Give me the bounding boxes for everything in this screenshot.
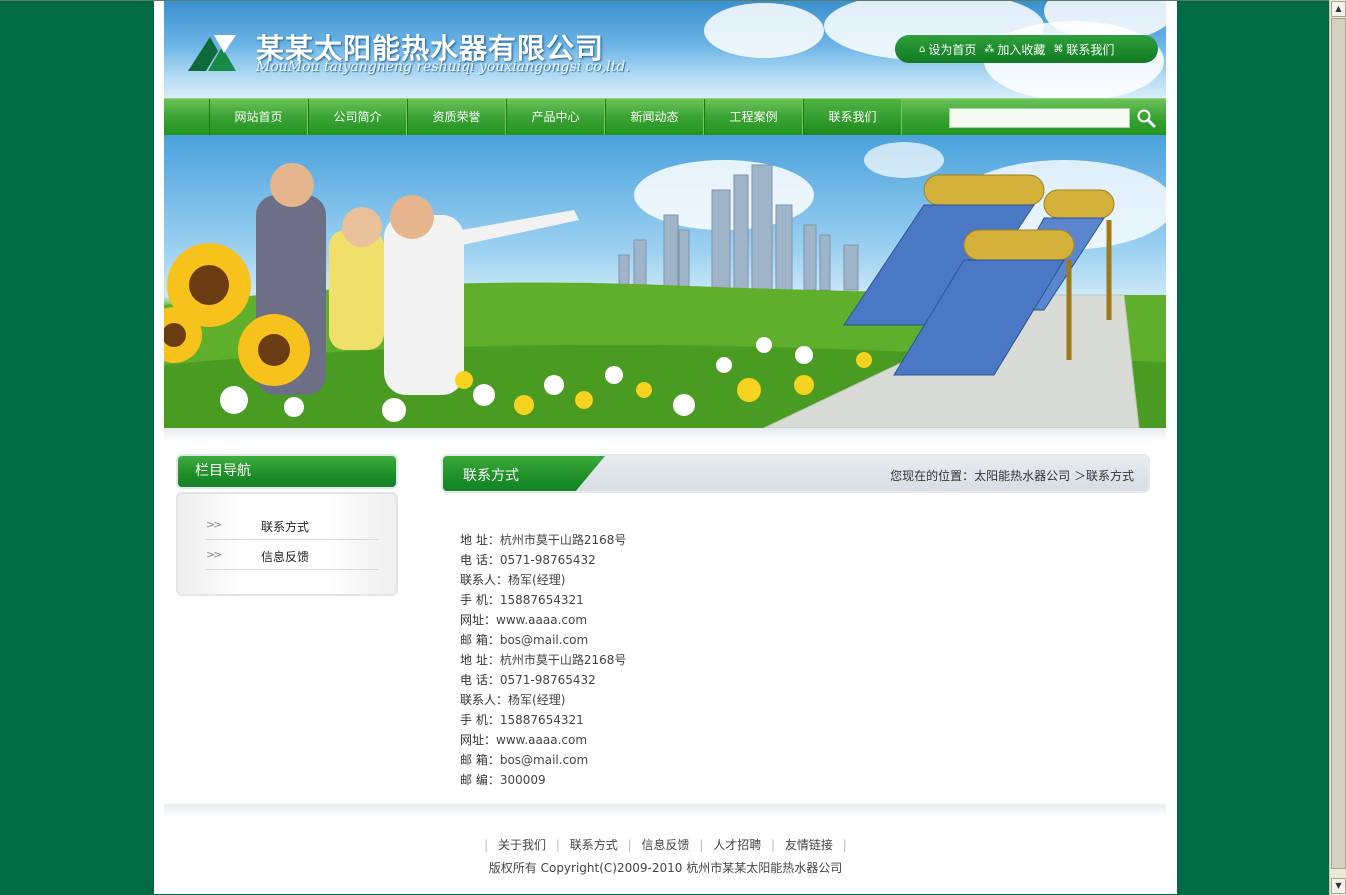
footer-shadow — [164, 804, 1166, 818]
contact-value: bos@mail.com — [499, 633, 589, 647]
nav-item-contact[interactable]: 联系我们 — [803, 99, 902, 135]
scroll-down-icon[interactable]: ▼ — [1331, 878, 1346, 894]
nav-items: 网站首页 公司简介 资质荣誉 产品中心 新闻动态 工程案例 联系我们 — [209, 99, 902, 135]
contact-line: 邮 箱：bos@mail.com — [460, 750, 626, 770]
vertical-scrollbar[interactable]: ▲ ▼ — [1329, 0, 1346, 895]
scrollbar-thumb[interactable] — [1331, 18, 1346, 869]
contact-line: 电 话：0571-98765432 — [460, 670, 626, 690]
contact-value: 15887654321 — [499, 593, 584, 607]
contact-value: 0571-98765432 — [499, 553, 596, 567]
contact-key: 电 话： — [460, 553, 500, 567]
logo-mark-icon — [188, 35, 236, 71]
footer-link-jobs[interactable]: 人才招聘 — [713, 838, 761, 852]
contact-key: 邮 箱： — [460, 633, 500, 647]
nav-item-cases[interactable]: 工程案例 — [704, 99, 803, 135]
sidebar-menu: >> 联系方式 >> 信息反馈 — [176, 492, 398, 596]
footer-separator: | — [771, 838, 776, 852]
contact-icon: ⌘ — [1053, 43, 1064, 55]
nav-item-home[interactable]: 网站首页 — [209, 99, 308, 135]
sidebar-item-contact[interactable]: >> 联系方式 — [206, 510, 378, 540]
contact-line: 网址：www.aaaa.com — [460, 730, 626, 750]
contact-value: 杨军(经理) — [508, 693, 566, 707]
contact-line: 地 址：杭州市莫干山路2168号 — [460, 650, 626, 670]
contact-line: 联系人：杨军(经理) — [460, 690, 626, 710]
contact-line: 手 机：15887654321 — [460, 590, 626, 610]
header-cloud — [704, 3, 824, 58]
banner-illustration — [164, 142, 1166, 428]
contact-value: www.aaaa.com — [496, 613, 588, 627]
sidebar-item-label: 联系方式 — [261, 520, 310, 534]
sidebar-item-label: 信息反馈 — [261, 550, 310, 564]
contact-key: 地 址： — [460, 533, 500, 547]
top-links-bar: ⌂ 设为首页 ⁂ 加入收藏 ⌘ 联系我们 — [895, 35, 1158, 63]
contact-value: 杨军(经理) — [508, 573, 566, 587]
contact-us-link[interactable]: ⌘ 联系我们 — [1053, 41, 1114, 58]
footer-link-about[interactable]: 关于我们 — [498, 838, 546, 852]
footer-link-feedback[interactable]: 信息反馈 — [641, 838, 689, 852]
nav-item-news[interactable]: 新闻动态 — [605, 99, 704, 135]
contact-value: 杭州市莫干山路2168号 — [499, 533, 627, 547]
set-homepage-link[interactable]: ⌂ 设为首页 — [919, 41, 976, 58]
contact-value: bos@mail.com — [499, 753, 589, 767]
contact-info: 地 址：杭州市莫干山路2168号电 话：0571-98765432 联系人：杨军(… — [460, 530, 626, 790]
search-input[interactable] — [949, 108, 1130, 128]
double-chevron-right-icon: >> — [206, 518, 223, 531]
contact-value: 杭州市莫干山路2168号 — [499, 653, 627, 667]
contact-line: 联系人：杨军(经理) — [460, 570, 626, 590]
contact-key: 邮 编： — [460, 773, 500, 787]
contact-us-label: 联系我们 — [1066, 42, 1115, 57]
contact-key: 电 话： — [460, 673, 500, 687]
contact-value: www.aaaa.com — [496, 733, 588, 747]
contact-key: 网址： — [460, 613, 497, 627]
contact-key: 手 机： — [460, 713, 500, 727]
set-homepage-label: 设为首页 — [928, 42, 977, 57]
footer-separator: | — [484, 838, 489, 852]
add-favorite-label: 加入收藏 — [997, 42, 1046, 57]
contact-key: 联系人： — [460, 693, 509, 707]
footer-separator: | — [699, 838, 704, 852]
contact-line: 手 机：15887654321 — [460, 710, 626, 730]
footer-link-contact[interactable]: 联系方式 — [570, 838, 618, 852]
contact-line: 邮 编：300009 — [460, 770, 626, 790]
contact-key: 网址： — [460, 733, 497, 747]
double-chevron-right-icon: >> — [206, 548, 223, 561]
main-nav: 网站首页 公司简介 资质荣誉 产品中心 新闻动态 工程案例 联系我们 — [164, 98, 1166, 135]
sidebar-title: 栏目导航 — [176, 454, 398, 489]
site-header: 某某太阳能热水器有限公司 MouMou taiyangneng reshuiqi… — [164, 1, 1166, 98]
content-title: 联系方式 — [463, 468, 519, 484]
breadcrumb: 您现在的位置：太阳能热水器公司 ＞联系方式 — [890, 469, 1134, 483]
hero-banner — [164, 135, 1166, 428]
site-logo-subtitle: MouMou taiyangneng reshuiqi youxiangongs… — [256, 59, 630, 75]
contact-value: 15887654321 — [499, 713, 584, 727]
bookmark-icon: ⁂ — [984, 43, 995, 55]
contact-value: 0571-98765432 — [499, 673, 596, 687]
page-container: 某某太阳能热水器有限公司 MouMou taiyangneng reshuiqi… — [154, 1, 1177, 894]
contact-line: 地 址：杭州市莫干山路2168号 — [460, 530, 626, 550]
contact-key: 手 机： — [460, 593, 500, 607]
nav-item-honors[interactable]: 资质荣誉 — [407, 99, 506, 135]
contact-key: 地 址： — [460, 653, 500, 667]
footer-separator: | — [555, 838, 560, 852]
contact-value: 300009 — [499, 773, 546, 787]
copyright: 版权所有 Copyright(C)2009-2010 杭州市某某太阳能热水器公司 — [488, 861, 843, 875]
contact-line: 电 话：0571-98765432 — [460, 550, 626, 570]
nav-item-products[interactable]: 产品中心 — [506, 99, 605, 135]
nav-item-about[interactable]: 公司简介 — [308, 99, 407, 135]
contact-line: 网址：www.aaaa.com — [460, 610, 626, 630]
footer-separator: | — [842, 838, 847, 852]
add-favorite-link[interactable]: ⁂ 加入收藏 — [984, 41, 1045, 58]
home-icon: ⌂ — [919, 43, 926, 55]
content-header: 联系方式 您现在的位置：太阳能热水器公司 ＞联系方式 — [441, 454, 1150, 493]
search-icon[interactable] — [1136, 108, 1156, 128]
scroll-up-icon[interactable]: ▲ — [1331, 1, 1346, 17]
footer-links: | 关于我们 | 联系方式 | 信息反馈 | 人才招聘 | 友情链接 | — [154, 836, 1177, 853]
footer-link-friends[interactable]: 友情链接 — [785, 838, 833, 852]
footer-separator: | — [627, 838, 632, 852]
contact-key: 邮 箱： — [460, 753, 500, 767]
contact-key: 联系人： — [460, 573, 509, 587]
contact-line: 邮 箱：bos@mail.com — [460, 630, 626, 650]
banner-shadow — [164, 428, 1166, 442]
sidebar-item-feedback[interactable]: >> 信息反馈 — [206, 540, 378, 570]
